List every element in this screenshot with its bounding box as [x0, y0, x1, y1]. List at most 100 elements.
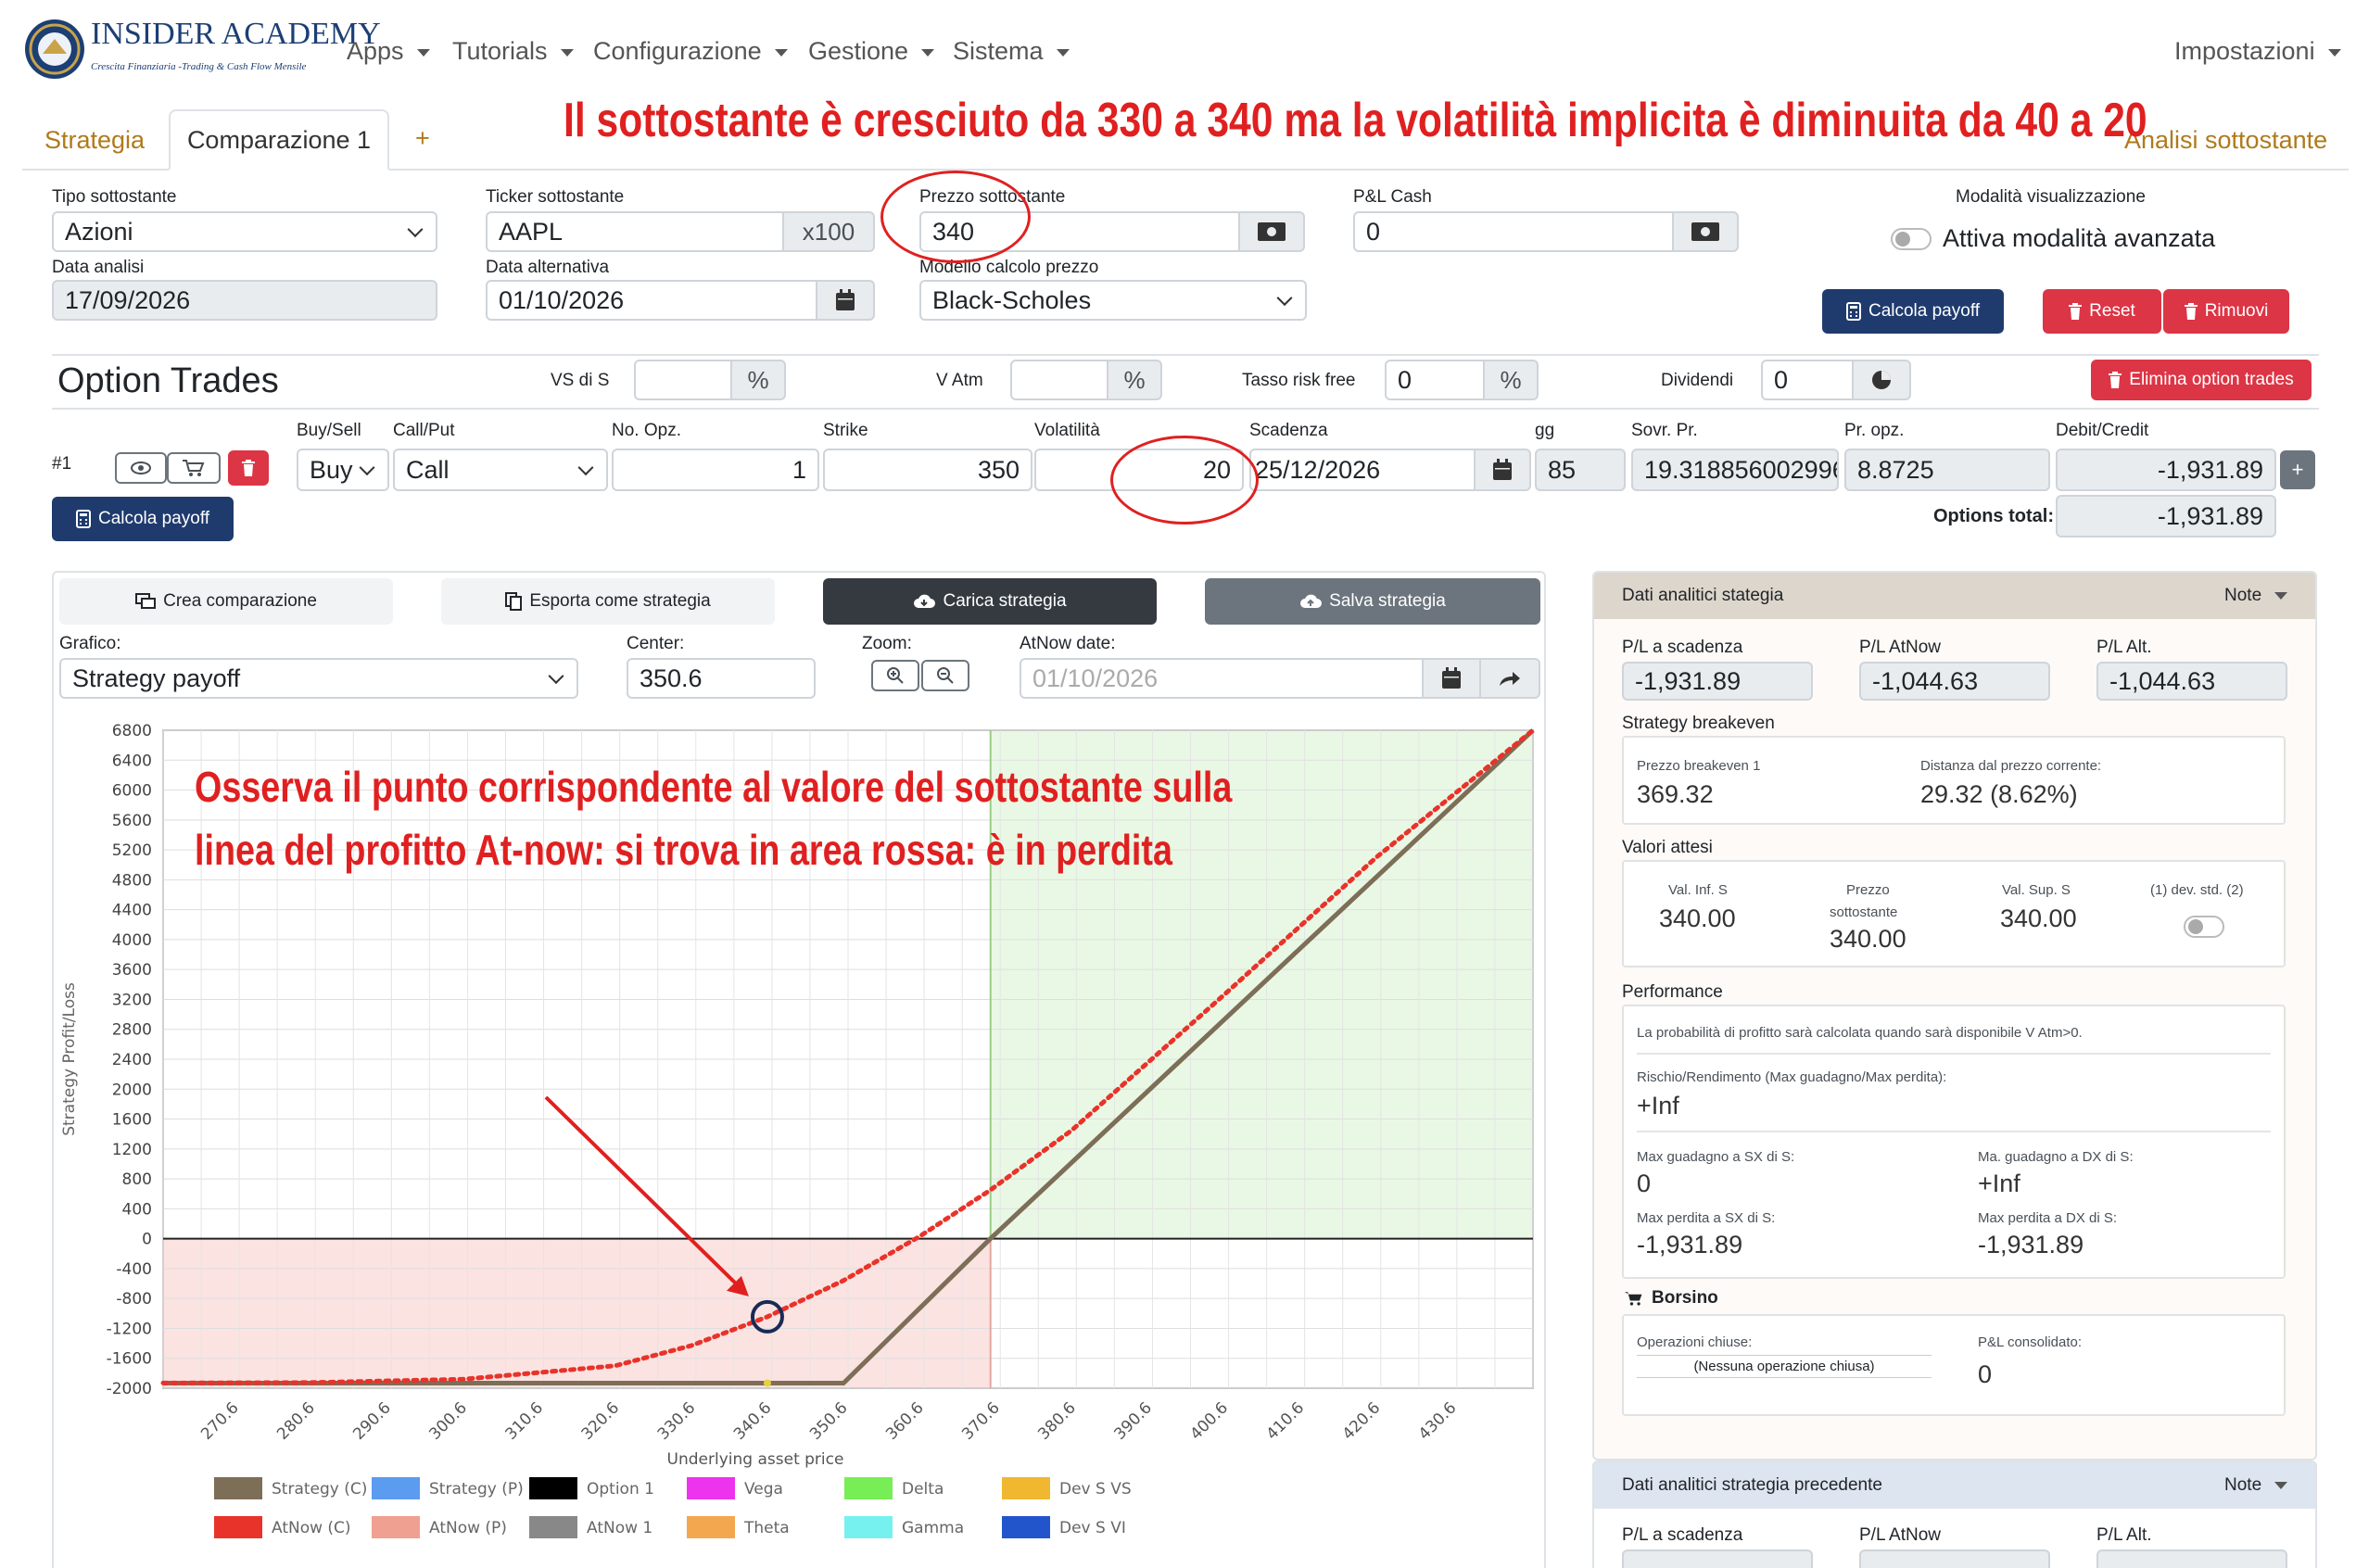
trade-gg-value: 85	[1548, 455, 1577, 484]
dividendi-chart-button[interactable]	[1852, 360, 1911, 400]
col-pr-opz: Pr. opz.	[1844, 421, 1905, 440]
analytics-note-dropdown[interactable]: Note	[2224, 586, 2287, 606]
center-input[interactable]: 350.6	[627, 658, 816, 699]
nav-apps[interactable]: Apps	[347, 37, 430, 66]
zoom-in-button[interactable]	[871, 660, 919, 691]
trade-delete-button[interactable]	[228, 450, 269, 486]
crea-comparazione-button[interactable]: Crea comparazione	[59, 578, 393, 625]
annotation-chart-line-1: Osserva il punto corrispondente al valor…	[195, 763, 1233, 811]
ticker-multiplier: x100	[782, 211, 875, 252]
legend-label: Dev S VI	[1059, 1519, 1126, 1537]
analytics-prev-note-dropdown[interactable]: Note	[2224, 1475, 2287, 1496]
trade-type-select[interactable]: Call	[393, 449, 608, 491]
data-analisi-input[interactable]: 17/09/2026	[52, 280, 437, 321]
trade-view-button[interactable]	[115, 452, 167, 484]
trade-row-id: #1	[52, 454, 72, 474]
trade-add-button[interactable]: +	[2280, 450, 2315, 489]
prezzo-sott-label-1: Prezzo	[1846, 882, 1890, 898]
tab-add[interactable]: +	[415, 124, 430, 153]
grafico-select[interactable]: Strategy payoff	[59, 658, 578, 699]
tasso-value: 0	[1398, 365, 1412, 394]
tab-comparazione-1[interactable]: Comparazione 1	[169, 109, 389, 171]
dev-std-toggle[interactable]	[2184, 916, 2224, 938]
y-tick-label: 6400	[112, 752, 152, 770]
tipo-select[interactable]: Azioni	[52, 211, 437, 252]
val-sup-label: Val. Sup. S	[2002, 882, 2071, 898]
trade-debit-input: -1,931.89	[2056, 449, 2276, 491]
reset-button[interactable]: Reset	[2043, 289, 2161, 334]
trade-exp-calendar-button[interactable]	[1474, 449, 1531, 491]
prezzo-cash-button[interactable]	[1238, 211, 1305, 252]
y-tick-label: 2400	[112, 1051, 152, 1069]
trade-side-select[interactable]: Buy	[297, 449, 389, 491]
academy-seal-icon	[25, 19, 84, 79]
current-price-dot	[763, 1379, 771, 1387]
y-tick-label: 4000	[112, 931, 152, 950]
tab-strategia[interactable]: Strategia	[44, 126, 145, 155]
options-total-input: -1,931.89	[2056, 495, 2276, 537]
y-tick-label: -1600	[107, 1350, 152, 1369]
vs-percent-button[interactable]: %	[730, 360, 786, 400]
atnow-calendar-button[interactable]	[1422, 658, 1481, 699]
legend-swatch	[844, 1516, 893, 1538]
elimina-option-trades-button[interactable]: Elimina option trades	[2091, 360, 2312, 400]
carica-strategia-button[interactable]: Carica strategia	[823, 578, 1157, 625]
salva-strategia-button[interactable]: Salva strategia	[1205, 578, 1540, 625]
atnow-forward-button[interactable]	[1479, 658, 1540, 699]
dividendi-input[interactable]: 0	[1761, 360, 1854, 400]
modalita-toggle[interactable]	[1891, 228, 1932, 250]
breakeven-title: Strategy breakeven	[1622, 714, 1775, 733]
legend-swatch	[529, 1477, 577, 1499]
vatm-input[interactable]	[1010, 360, 1108, 400]
modello-select[interactable]: Black-Scholes	[919, 280, 1307, 321]
esporta-strategia-button[interactable]: Esporta come strategia	[441, 578, 775, 625]
y-tick-label: 6000	[112, 782, 152, 801]
vs-input[interactable]	[634, 360, 732, 400]
trades-column-divider	[52, 408, 2319, 410]
zoom-out-button[interactable]	[921, 660, 969, 691]
toggle-knob	[1895, 232, 1910, 247]
vatm-percent-button[interactable]: %	[1107, 360, 1162, 400]
data-alternativa-calendar-button[interactable]	[816, 280, 875, 321]
eye-icon	[131, 462, 151, 474]
pl-cash-button[interactable]	[1672, 211, 1739, 252]
trade-prz-value: 8.8725	[1857, 455, 1934, 484]
x-tick-label: 320.6	[578, 1398, 624, 1444]
brand-name: INSIDER ACADEMY	[91, 17, 381, 51]
calcola-payoff-button[interactable]: Calcola payoff	[52, 497, 234, 541]
performance-note: La probabilità di profitto sarà calcolat…	[1637, 1025, 2083, 1041]
nav-impostazioni[interactable]: Impostazioni	[2174, 37, 2341, 66]
trade-qty-value: 1	[792, 455, 806, 484]
zoom-label: Zoom:	[862, 634, 912, 653]
trade-strike-input[interactable]: 350	[823, 449, 1032, 491]
nav-sistema[interactable]: Sistema	[953, 37, 1070, 66]
trade-qty-input[interactable]: 1	[612, 449, 819, 491]
nav-gestione[interactable]: Gestione	[808, 37, 934, 66]
rischio-rendimento-value: +Inf	[1637, 1092, 1679, 1119]
rimuovi-button[interactable]: Rimuovi	[2163, 289, 2289, 334]
legend-swatch	[214, 1477, 262, 1499]
data-alternativa-input[interactable]: 01/10/2026	[486, 280, 817, 321]
calcola-payoff-button-top[interactable]: Calcola payoff	[1822, 289, 2004, 334]
trade-cart-button[interactable]	[167, 452, 221, 484]
perf-divider-2	[1637, 1131, 2271, 1132]
atnow-input[interactable]: 01/10/2026	[1020, 658, 1424, 699]
x-tick-label: 290.6	[349, 1398, 395, 1444]
ticker-input[interactable]: AAPL	[486, 211, 784, 252]
trade-exp-input[interactable]: 25/12/2026	[1249, 449, 1476, 491]
col-debit-credit: Debit/Credit	[2056, 421, 2149, 440]
brand-logo[interactable]: INSIDER ACADEMY Crescita Finanziaria -Tr…	[22, 17, 381, 83]
x-tick-label: 340.6	[730, 1398, 776, 1444]
tab-analisi-sottostante[interactable]: Analisi sottostante	[2124, 126, 2327, 155]
nav-tutorials[interactable]: Tutorials	[452, 37, 574, 66]
analytics-prev-title: Dati analitici strategia precedente	[1622, 1475, 1882, 1495]
x-axis-title: Underlying asset price	[667, 1450, 844, 1469]
modalita-label: Modalità visualizzazione	[1956, 187, 2146, 207]
col-no-opz: No. Opz.	[612, 421, 681, 440]
legend-label: AtNow (P)	[429, 1519, 507, 1537]
nav-configurazione[interactable]: Configurazione	[593, 37, 788, 66]
pl-cash-input[interactable]: 0	[1353, 211, 1674, 252]
tasso-input[interactable]: 0	[1385, 360, 1485, 400]
cart-icon	[1624, 1292, 1642, 1306]
tasso-percent-button[interactable]: %	[1483, 360, 1539, 400]
